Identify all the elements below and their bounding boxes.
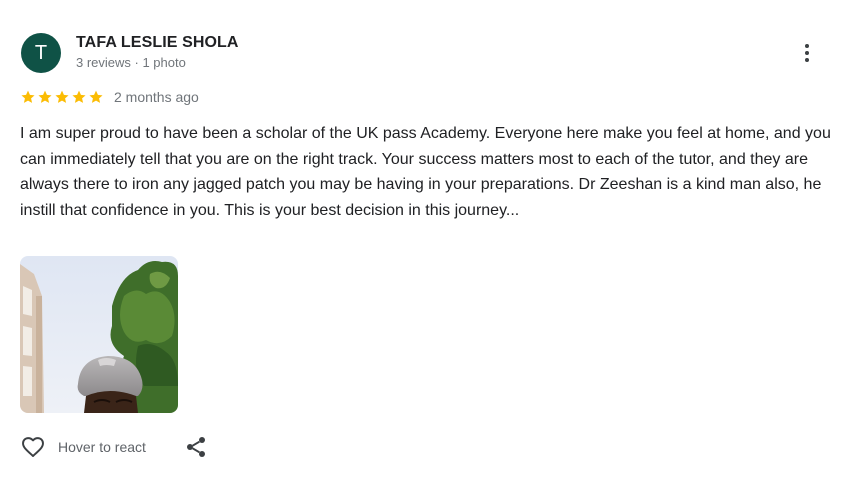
rating-row: 2 months ago xyxy=(20,87,199,107)
reviewer-meta: 3 reviews · 1 photo xyxy=(76,55,186,70)
review-actions: Hover to react xyxy=(20,432,208,462)
more-options-button[interactable] xyxy=(793,38,821,68)
share-button[interactable] xyxy=(184,435,208,459)
review-text: I am super proud to have been a scholar … xyxy=(20,125,831,219)
reviewer-name[interactable]: TAFA LESLIE SHOLA xyxy=(76,34,239,52)
more-vertical-icon-dot xyxy=(805,51,809,55)
more-vertical-icon-dot xyxy=(805,44,809,48)
more-vertical-icon-dot xyxy=(805,58,809,62)
star-icon xyxy=(89,90,103,103)
review-card: T TAFA LESLIE SHOLA 3 reviews · 1 photo … xyxy=(0,0,855,490)
react-label[interactable]: Hover to react xyxy=(58,439,146,455)
star-icon xyxy=(72,90,86,103)
star-icon xyxy=(21,90,35,103)
star-rating xyxy=(20,89,104,105)
review-photo-image xyxy=(20,256,178,413)
heart-outline-icon[interactable] xyxy=(20,434,46,460)
review-photo[interactable] xyxy=(20,256,178,413)
share-icon[interactable] xyxy=(184,435,208,459)
star-icon xyxy=(55,90,69,103)
react-button[interactable]: Hover to react xyxy=(20,434,146,460)
avatar[interactable]: T xyxy=(21,33,61,73)
review-date: 2 months ago xyxy=(114,89,199,105)
star-icon xyxy=(38,90,52,103)
